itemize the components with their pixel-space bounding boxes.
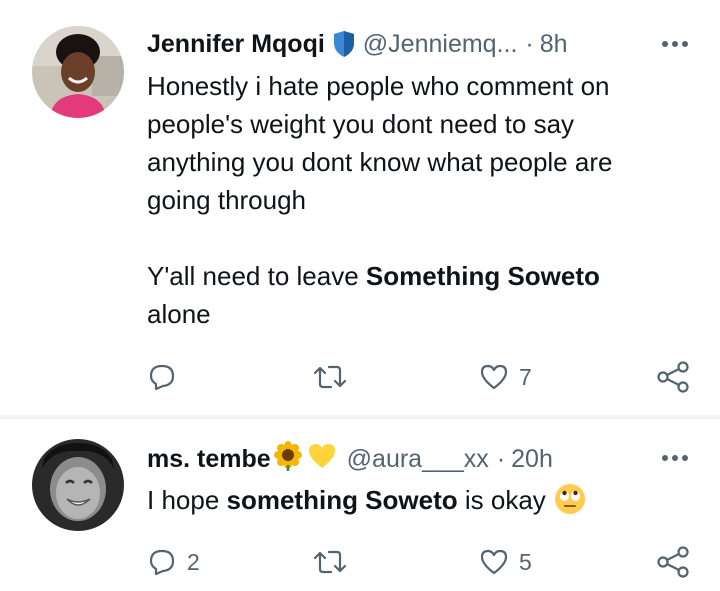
like-button[interactable]: 5	[479, 542, 532, 582]
share-icon	[656, 546, 690, 578]
text-fragment: I hope	[147, 485, 227, 515]
text-fragment: is okay	[457, 485, 546, 515]
avatar[interactable]	[32, 26, 124, 118]
user-handle[interactable]: @aura___xx	[347, 445, 489, 474]
rolling-eyes-face-icon	[554, 483, 586, 525]
share-icon	[656, 361, 690, 393]
display-name[interactable]: ms. tembe	[147, 445, 271, 474]
text-line: going through	[147, 185, 307, 215]
heart-icon	[479, 362, 509, 392]
text-line: Y'all need to leave Something Soweto	[147, 257, 692, 295]
text-line: people's weight you dont need to say	[147, 109, 575, 139]
more-options-icon[interactable]	[662, 39, 688, 49]
user-handle[interactable]: @Jenniemq...	[363, 30, 518, 59]
separator-dot: ·	[525, 29, 534, 58]
text-line: Honestly i hate people who comment on	[147, 71, 610, 101]
bold-text: something Soweto	[226, 485, 458, 515]
retweet-icon	[313, 547, 347, 577]
reply-button[interactable]	[147, 357, 187, 397]
retweet-icon	[313, 362, 347, 392]
tweet[interactable]: Jennifer Mqoqi @Jenniemq... · 8h Honestl…	[0, 0, 720, 417]
tweet-time[interactable]: 8h	[540, 30, 568, 59]
text-line: I hope something Soweto is okay	[147, 481, 692, 525]
tweet-header: ms. tembe @aura___xx · 20h	[147, 439, 553, 479]
reply-icon	[147, 362, 177, 392]
display-name[interactable]: Jennifer Mqoqi	[147, 30, 325, 59]
separator-dot: ·	[496, 444, 506, 473]
share-button[interactable]	[656, 357, 690, 397]
blue-shield-icon	[333, 30, 355, 58]
text-line: alone	[147, 299, 211, 329]
like-button[interactable]: 7	[479, 357, 532, 397]
avatar[interactable]	[32, 439, 124, 531]
text-fragment: Y'all need to leave	[147, 261, 366, 291]
reply-icon	[147, 547, 177, 577]
tweet-actions: 2 5	[147, 542, 692, 582]
yellow-heart-icon	[307, 442, 337, 477]
more-options-icon[interactable]	[662, 453, 688, 463]
like-count: 5	[519, 548, 532, 575]
share-button[interactable]	[656, 542, 690, 582]
reply-button[interactable]: 2	[147, 542, 200, 582]
bold-text: Something Soweto	[365, 261, 600, 291]
reply-count: 2	[187, 548, 200, 575]
tweet-text: I hope something Soweto is okay	[147, 481, 692, 525]
tweet[interactable]: ms. tembe @aura___xx · 20h I hope someth…	[0, 419, 720, 591]
tweet-header: Jennifer Mqoqi @Jenniemq... · 8h	[147, 24, 568, 64]
text-line: anything you dont know what people are	[147, 147, 613, 177]
tweet-text: Honestly i hate people who comment on pe…	[147, 67, 692, 333]
retweet-button[interactable]	[313, 542, 357, 582]
like-count: 7	[519, 363, 532, 390]
tweet-actions: 7	[147, 357, 692, 397]
tweet-time[interactable]: 20h	[511, 445, 553, 474]
heart-icon	[479, 547, 509, 577]
retweet-button[interactable]	[313, 357, 357, 397]
sunflower-icon	[273, 440, 303, 478]
